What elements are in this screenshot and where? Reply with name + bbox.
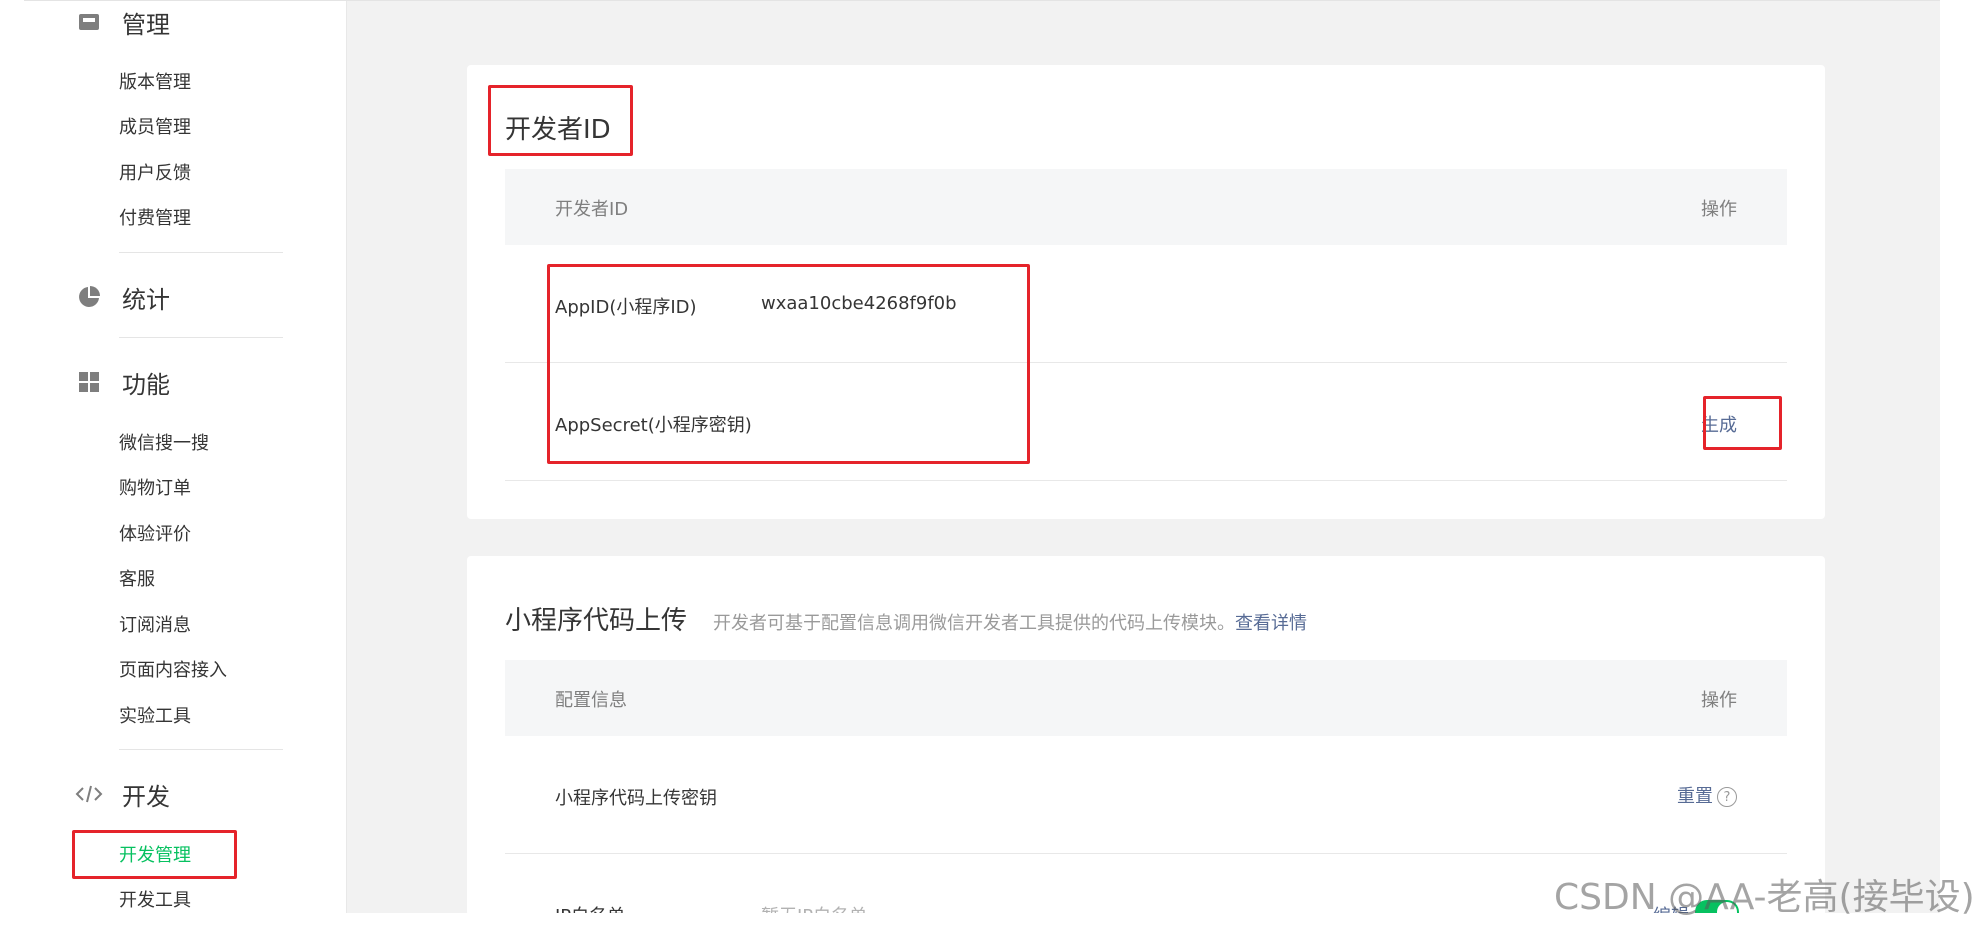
sidebar-divider (119, 749, 283, 750)
sidebar-item-dev-tools[interactable]: 开发工具 (119, 888, 191, 913)
reset-key-control: 重置? (1677, 782, 1737, 808)
watermark: CSDN @AA-老高(接毕设) (1554, 877, 1974, 918)
sidebar: 管理 版本管理 成员管理 用户反馈 付费管理 统计 功能 微信搜一搜 购物订单 … (24, 1, 347, 913)
table-header: 配置信息 操作 (505, 660, 1787, 736)
sidebar-item-members[interactable]: 成员管理 (119, 115, 191, 141)
ip-whitelist-label: IP白名单 (555, 902, 625, 913)
highlight-box (488, 85, 633, 156)
card-title: 小程序代码上传 (505, 606, 688, 636)
sidebar-item-reviews[interactable]: 体验评价 (119, 522, 191, 548)
sidebar-section-manage[interactable]: 管理 (74, 5, 170, 39)
card-description: 开发者可基于配置信息调用微信开发者工具提供的代码上传模块。 (713, 613, 1236, 634)
column-header-action: 操作 (1701, 199, 1737, 220)
column-header-name: 开发者ID (555, 199, 629, 220)
highlight-box (72, 830, 237, 879)
help-icon[interactable]: ? (1717, 787, 1737, 807)
details-link[interactable]: 查看详情 (1235, 613, 1307, 634)
sidebar-divider (119, 252, 283, 253)
column-header-action: 操作 (1701, 690, 1737, 711)
upload-key-label: 小程序代码上传密钥 (555, 788, 717, 809)
highlight-box (547, 264, 1030, 464)
sidebar-section-label: 功能 (122, 370, 170, 399)
highlight-box (1703, 396, 1782, 450)
sidebar-item-version[interactable]: 版本管理 (119, 70, 191, 96)
code-icon (74, 779, 104, 809)
sidebar-section-label: 统计 (122, 285, 170, 314)
sidebar-section-label: 开发 (122, 782, 170, 811)
sidebar-item-lab-tools[interactable]: 实验工具 (119, 704, 191, 730)
sidebar-item-page-content[interactable]: 页面内容接入 (119, 658, 227, 684)
sidebar-section-features[interactable]: 功能 (74, 365, 170, 399)
sidebar-item-feedback[interactable]: 用户反馈 (119, 161, 191, 187)
developer-id-card: 开发者ID 开发者ID 操作 AppID(小程序ID) wxaa10cbe426… (467, 65, 1825, 519)
sidebar-item-subscribe-msg[interactable]: 订阅消息 (119, 613, 191, 639)
table-header: 开发者ID 操作 (505, 169, 1787, 245)
ip-whitelist-value: 暂无IP白名单 (761, 902, 867, 913)
mailbox-icon (74, 7, 104, 37)
grid-icon (74, 367, 104, 397)
reset-key-button[interactable]: 重置 (1677, 786, 1713, 807)
sidebar-section-label: 管理 (122, 10, 170, 39)
sidebar-item-customer-service[interactable]: 客服 (119, 567, 155, 593)
code-upload-card: 小程序代码上传 开发者可基于配置信息调用微信开发者工具提供的代码上传模块。查看详… (467, 556, 1825, 913)
sidebar-section-dev[interactable]: 开发 (74, 777, 170, 811)
column-header-name: 配置信息 (555, 690, 627, 711)
pie-chart-icon (74, 282, 104, 312)
sidebar-item-wechat-search[interactable]: 微信搜一搜 (119, 431, 209, 457)
app-frame: 管理 版本管理 成员管理 用户反馈 付费管理 统计 功能 微信搜一搜 购物订单 … (24, 0, 1940, 913)
table-row: 小程序代码上传密钥 重置? (505, 736, 1787, 854)
sidebar-item-orders[interactable]: 购物订单 (119, 476, 191, 502)
sidebar-item-payment[interactable]: 付费管理 (119, 206, 191, 232)
sidebar-divider (119, 337, 283, 338)
sidebar-section-stats[interactable]: 统计 (74, 280, 170, 314)
